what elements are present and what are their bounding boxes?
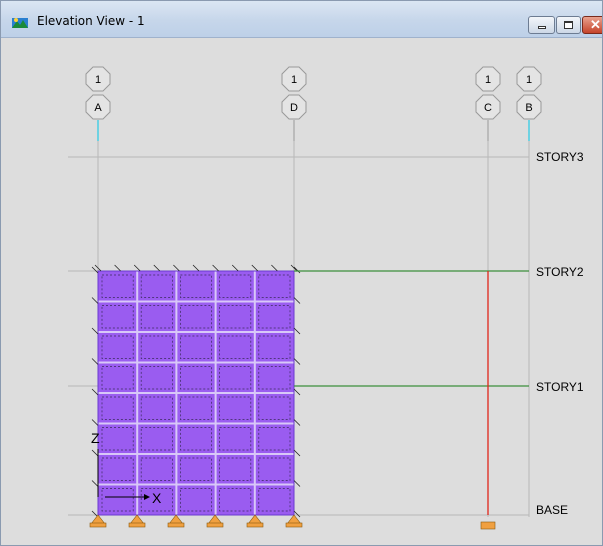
story-label-story3: STORY3 (536, 150, 584, 164)
restraint-tick (91, 388, 99, 396)
restraint-tick (293, 449, 301, 457)
grid-bubble-number-label: 1 (485, 74, 491, 86)
grid-bubble-letter-label: A (94, 102, 102, 114)
grid-bubble-letter-label: D (290, 102, 298, 114)
grid-bubble-letter-label: C (484, 102, 492, 114)
support-icon[interactable] (207, 514, 223, 525)
story-label-story1: STORY1 (536, 380, 584, 394)
maximize-button[interactable] (556, 16, 581, 34)
elevation-view-window: Elevation View - 1 ✕ 1 A 1 D 1 C 1 B STORY3 STO… (0, 0, 603, 546)
restraint-tick (293, 297, 301, 304)
restraint-tick (114, 264, 121, 272)
support-base (167, 522, 185, 528)
restraint-tick (91, 449, 99, 457)
restraint-tick (173, 264, 180, 272)
restraint-tick (293, 480, 301, 487)
restraint-tick (293, 358, 301, 365)
restraint-tick (271, 264, 278, 272)
restraint-tick (91, 327, 99, 335)
support-icon[interactable] (129, 514, 145, 525)
close-icon: ✕ (590, 17, 601, 32)
support-base (128, 522, 146, 528)
support-base (206, 522, 224, 528)
minimize-icon (538, 26, 546, 29)
restraint-tick (293, 388, 301, 396)
restraint-tick (91, 419, 99, 426)
support-icon[interactable] (247, 514, 263, 525)
grid-bubble-number-label: 1 (95, 74, 101, 86)
restraint-tick (293, 266, 301, 274)
support-base (285, 522, 303, 528)
elevation-canvas[interactable]: 1 A 1 D 1 C 1 B STORY3 STORY2 STORY1 BASE Z X (1, 37, 603, 546)
grid-bubble-letter-label: B (525, 102, 532, 114)
restraint-tick (91, 266, 99, 274)
grid-bubble-number-label: 1 (291, 74, 297, 86)
close-button[interactable]: ✕ (582, 16, 602, 34)
maximize-icon (564, 21, 573, 29)
restraint-tick (91, 480, 99, 487)
support-icon[interactable] (168, 514, 184, 525)
app-icon (12, 18, 28, 28)
axis-label-z: Z (91, 430, 100, 446)
story-label-story2: STORY2 (536, 265, 584, 279)
restraint-tick (91, 358, 99, 365)
support-icon[interactable] (90, 514, 106, 525)
supports[interactable] (89, 514, 496, 530)
window-title: Elevation View - 1 (37, 14, 145, 28)
restraint-tick (251, 264, 259, 272)
story-label-base: BASE (536, 503, 568, 517)
support-base (246, 522, 264, 528)
title-bar[interactable]: Elevation View - 1 ✕ (1, 1, 602, 38)
restraint-tick (293, 327, 301, 335)
frame-members[interactable] (294, 270, 529, 515)
restraint-tick (192, 264, 200, 272)
restraint-tick (91, 297, 99, 304)
restraint-tick (133, 264, 141, 272)
grid-bubble-number-label: 1 (526, 74, 532, 86)
support-base (89, 522, 107, 528)
minimize-button[interactable] (528, 16, 555, 34)
restraint-tick (231, 264, 239, 272)
restraint-tick (293, 419, 301, 426)
restraint-tick (153, 264, 161, 272)
shear-wall[interactable] (91, 264, 301, 518)
restraint-tick (212, 264, 219, 272)
axis-label-x: X (152, 490, 162, 506)
support-icon[interactable] (480, 521, 496, 530)
story-labels: STORY3 STORY2 STORY1 BASE (536, 150, 584, 517)
grid-bubbles: 1 A 1 D 1 C 1 B (85, 66, 542, 141)
